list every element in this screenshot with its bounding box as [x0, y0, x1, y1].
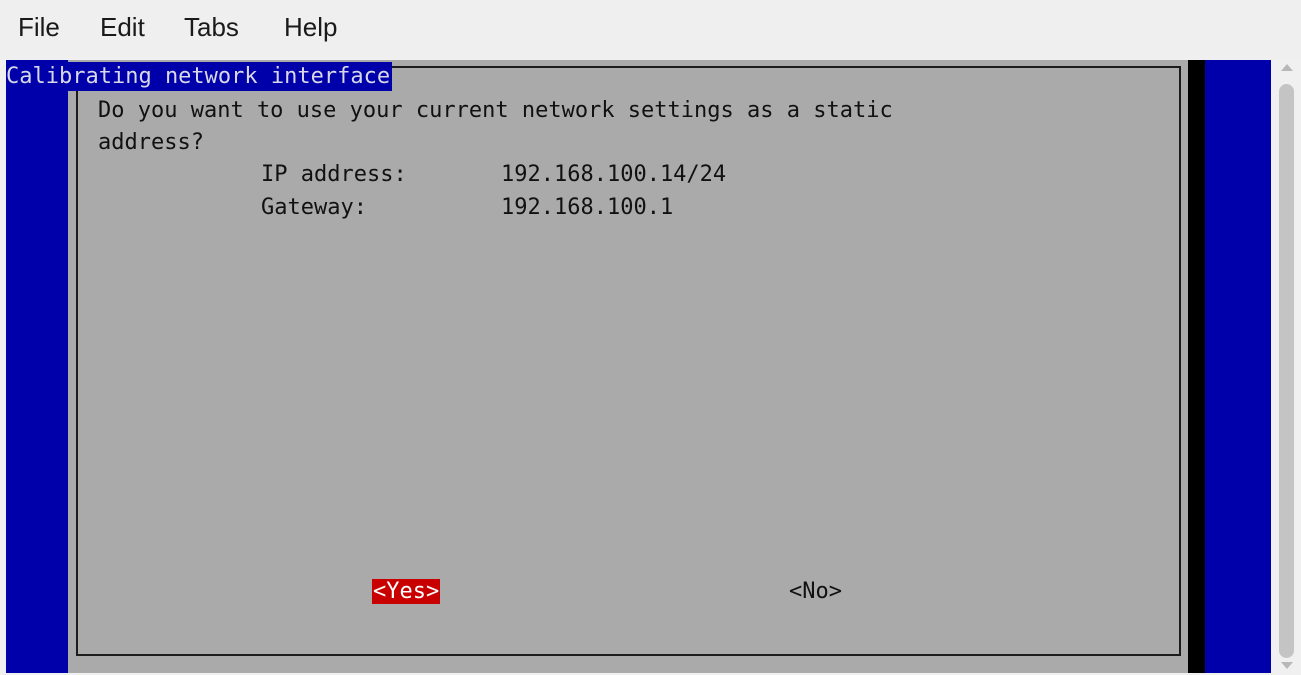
- menu-tabs[interactable]: Tabs: [184, 12, 239, 43]
- dialog-question-line2: address?: [98, 130, 204, 155]
- dialog-title: Calibrating network interface: [6, 62, 393, 91]
- vertical-scrollbar[interactable]: [1272, 58, 1301, 675]
- dialog-frame: [76, 66, 1181, 656]
- scroll-up-arrow-icon[interactable]: [1281, 64, 1293, 71]
- yes-button-label: <Yes>: [372, 579, 441, 604]
- dialog-title-text: Calibrating network interface: [6, 64, 391, 89]
- no-button[interactable]: <No>: [789, 577, 842, 606]
- menu-edit[interactable]: Edit: [100, 12, 145, 43]
- menu-help[interactable]: Help: [284, 12, 337, 43]
- menu-bar: File Edit Tabs Help: [0, 0, 1301, 58]
- dialog-question-line1: Do you want to use your current network …: [98, 98, 893, 123]
- gateway-label: Gateway:: [261, 195, 367, 220]
- ip-value: 192.168.100.14/24: [501, 162, 727, 187]
- dialog-shadow: [1188, 60, 1205, 673]
- yes-button[interactable]: <Yes>: [372, 577, 441, 606]
- terminal-area[interactable]: Do you want to use your current network …: [6, 60, 1271, 673]
- menu-file[interactable]: File: [18, 12, 60, 43]
- gateway-value: 192.168.100.1: [501, 195, 674, 220]
- ip-label: IP address:: [261, 162, 407, 187]
- dialog-box: Do you want to use your current network …: [68, 60, 1188, 673]
- scroll-thumb[interactable]: [1279, 84, 1294, 658]
- scroll-down-arrow-icon[interactable]: [1281, 662, 1293, 669]
